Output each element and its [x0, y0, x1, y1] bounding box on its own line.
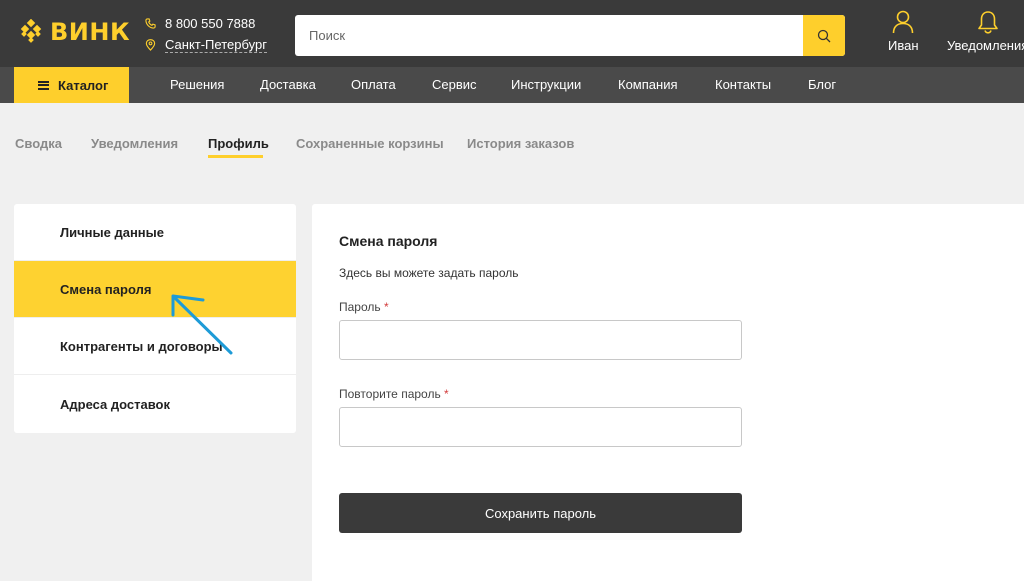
side-item-label: Адреса доставок	[60, 397, 170, 412]
side-item-label: Смена пароля	[60, 281, 152, 297]
repeat-password-field[interactable]	[339, 407, 742, 447]
tab-order-history[interactable]: История заказов	[467, 136, 574, 151]
tab-saved-carts[interactable]: Сохраненные корзины	[296, 136, 444, 151]
side-item-label: Личные данные	[60, 224, 164, 240]
tab-notifications[interactable]: Уведомления	[91, 136, 178, 151]
catalog-button[interactable]: Каталог	[14, 67, 129, 103]
save-password-button[interactable]: Сохранить пароль	[339, 493, 742, 533]
top-header: ВИНК 8 800 550 7888 Санкт-Петербург Поис…	[0, 0, 1024, 67]
profile-side-menu: Личные данные Смена пароля Контрагенты и…	[14, 204, 296, 433]
phone-icon	[145, 17, 156, 29]
required-mark: *	[383, 300, 389, 314]
nav-item-solutions[interactable]: Решения	[170, 67, 224, 103]
user-name: Иван	[888, 38, 919, 53]
location-pin-icon	[145, 39, 156, 51]
hamburger-icon	[38, 80, 49, 90]
nav-item-company[interactable]: Компания	[618, 67, 678, 103]
user-icon	[892, 10, 914, 34]
annotation-arrow-icon	[171, 294, 233, 355]
side-item-change-password[interactable]: Смена пароля	[14, 261, 296, 318]
nav-item-delivery[interactable]: Доставка	[260, 67, 316, 103]
nav-item-payment[interactable]: Оплата	[351, 67, 396, 103]
password-label: Пароль *	[339, 300, 389, 314]
repeat-password-label: Повторите пароль *	[339, 387, 449, 401]
panel-description: Здесь вы можете задать пароль	[339, 266, 519, 280]
user-account-button[interactable]: Иван	[888, 10, 919, 53]
phone-number[interactable]: 8 800 550 7888	[165, 16, 255, 31]
search-input[interactable]	[295, 15, 803, 56]
search-icon	[817, 29, 831, 42]
logo[interactable]: ВИНК	[18, 18, 130, 46]
notifications-label: Уведомления	[947, 38, 1024, 53]
nav-item-instructions[interactable]: Инструкции	[511, 67, 581, 103]
notifications-button[interactable]: Уведомления	[947, 10, 1024, 53]
panel-title: Смена пароля	[339, 233, 438, 249]
catalog-label: Каталог	[58, 77, 109, 93]
side-item-contractors[interactable]: Контрагенты и договоры	[14, 318, 296, 375]
side-item-personal-data[interactable]: Личные данные	[14, 204, 296, 261]
nav-item-contacts[interactable]: Контакты	[715, 67, 771, 103]
city-selector[interactable]: Санкт-Петербург	[165, 37, 267, 53]
search-bar	[295, 15, 845, 56]
logo-diamond-icon	[20, 19, 42, 43]
password-field[interactable]	[339, 320, 742, 360]
nav-item-service[interactable]: Сервис	[432, 67, 477, 103]
logo-text: ВИНК	[50, 18, 131, 46]
nav-item-blog[interactable]: Блог	[808, 67, 836, 103]
tab-summary[interactable]: Сводка	[15, 136, 62, 151]
active-tab-indicator	[208, 155, 263, 158]
change-password-panel: Смена пароля Здесь вы можете задать паро…	[312, 204, 1024, 581]
tab-profile[interactable]: Профиль	[208, 136, 269, 151]
main-nav: Каталог Решения Доставка Оплата Сервис И…	[0, 67, 1024, 103]
required-mark: *	[444, 387, 449, 401]
bell-icon	[977, 11, 998, 34]
side-item-delivery-addresses[interactable]: Адреса доставок	[14, 376, 296, 433]
contacts: 8 800 550 7888 Санкт-Петербург	[145, 13, 267, 57]
search-button[interactable]	[803, 15, 845, 56]
